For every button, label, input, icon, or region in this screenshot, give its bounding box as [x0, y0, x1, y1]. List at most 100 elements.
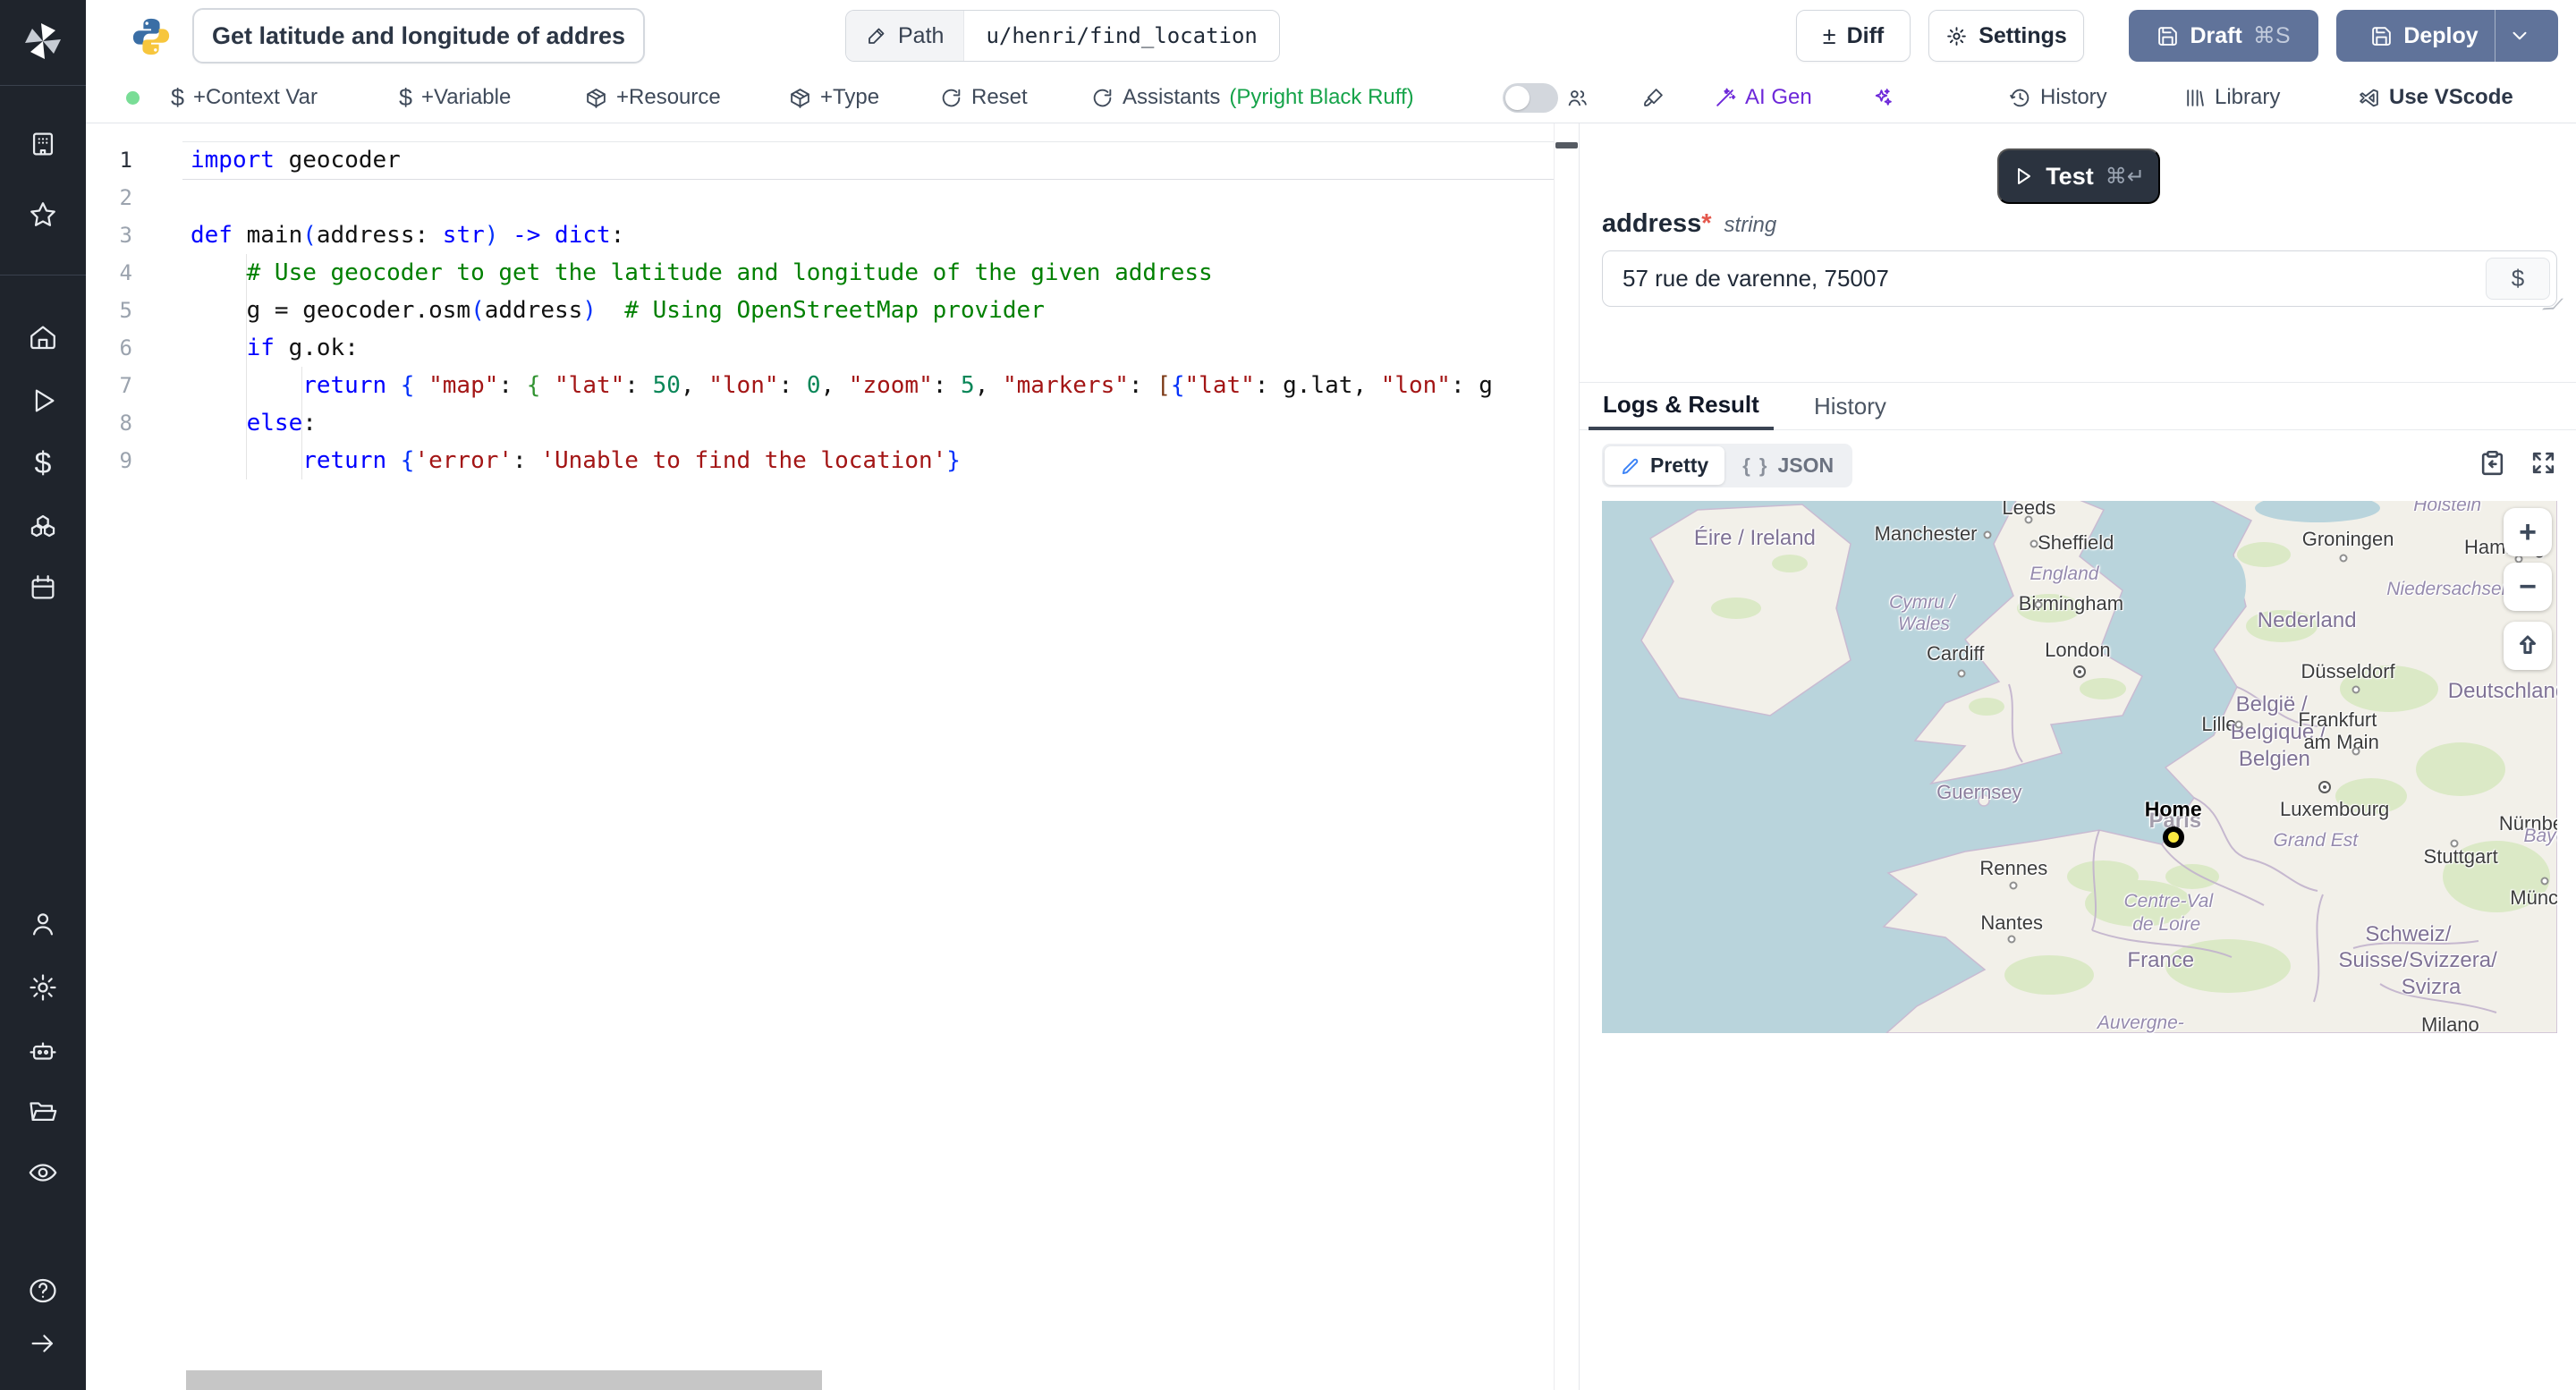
- library-button[interactable]: Library: [2183, 72, 2280, 123]
- map-label: Milano: [2420, 1013, 2479, 1033]
- draft-shortcut: ⌘S: [2252, 23, 2291, 48]
- ai-gen-button[interactable]: AI Gen: [1714, 72, 1812, 123]
- code-line: 6 if g.ok:: [119, 335, 359, 361]
- editor-scrollbar-gutter: [1554, 123, 1579, 1390]
- reset-button[interactable]: Reset: [940, 72, 1028, 123]
- workers-robot-icon[interactable]: [25, 1033, 61, 1069]
- home-icon[interactable]: [25, 319, 61, 355]
- home-marker[interactable]: [2162, 826, 2184, 849]
- refresh-icon: [942, 89, 961, 106]
- variables-dollar-icon[interactable]: $: [25, 445, 61, 481]
- assistants-button[interactable]: Assistants (Pyright Black Ruff): [1091, 72, 1414, 123]
- argument-name: address: [1602, 209, 1702, 238]
- dollar-icon: $: [171, 83, 185, 111]
- deploy-dropdown[interactable]: [2494, 10, 2544, 62]
- map-label: Düsseldorf: [2301, 659, 2395, 682]
- result-toolbar: Pretty { } JSON: [1602, 444, 2557, 490]
- map-recenter-button[interactable]: [2504, 622, 2552, 670]
- copy-to-clipboard-icon[interactable]: [2479, 449, 2506, 477]
- city-dot: [2029, 539, 2038, 548]
- multiplayer-users-icon[interactable]: [1566, 72, 1589, 123]
- code-editor[interactable]: 1 import geocoder 2 3 def main(address: str)…: [86, 123, 1554, 1390]
- add-context-var-button[interactable]: $ +Context Var: [171, 72, 318, 123]
- settings-gear-icon[interactable]: [25, 970, 61, 1005]
- run-panel: Test ⌘↵ address* string $ Logs & Result …: [1579, 123, 2576, 1390]
- header: Path u/henri/find_location ± Diff Settin…: [86, 0, 2576, 72]
- vscode-icon: [2360, 89, 2378, 106]
- multiplayer-toggle[interactable]: [1503, 83, 1558, 113]
- map-label: Cardiff: [1926, 641, 1985, 665]
- windmill-logo-icon[interactable]: [21, 20, 64, 63]
- sidebar-divider: [0, 85, 86, 86]
- favorites-star-icon[interactable]: [25, 197, 61, 233]
- assistants-status: (Pyright Black Ruff): [1229, 85, 1414, 109]
- map-label: München: [2510, 886, 2557, 909]
- add-type-button[interactable]: +Type: [789, 72, 879, 123]
- test-button[interactable]: Test ⌘↵: [1997, 148, 2160, 204]
- map-label: Cymru /: [1889, 591, 1955, 613]
- history-button[interactable]: History: [2009, 72, 2107, 123]
- result-map[interactable]: Leeds Holstein Éire / Ireland Manchester She…: [1602, 501, 2557, 1033]
- draft-button[interactable]: Draft ⌘S: [2129, 10, 2318, 62]
- sparkles-icon[interactable]: [1871, 72, 1894, 123]
- code-line: 1 import geocoder: [119, 147, 401, 174]
- resources-boxes-icon[interactable]: [25, 507, 61, 543]
- map-zoom-in-button[interactable]: +: [2504, 508, 2552, 556]
- map-label: Niedersachsen: [2386, 578, 2512, 599]
- package-icon: [587, 88, 606, 108]
- tab-history[interactable]: History: [1798, 383, 1902, 430]
- add-resource-button[interactable]: +Resource: [585, 72, 721, 123]
- settings-button[interactable]: Settings: [1928, 10, 2084, 62]
- help-icon[interactable]: [25, 1273, 61, 1309]
- add-variable-button[interactable]: $ +Variable: [399, 72, 511, 123]
- code-line: 4 # Use geocoder to get the latitude and …: [119, 259, 1213, 286]
- folders-icon[interactable]: [25, 1093, 61, 1129]
- city-dot: [2318, 781, 2332, 794]
- audit-logs-eye-icon[interactable]: [25, 1155, 61, 1191]
- city-dot: [2007, 935, 2016, 944]
- map-zoom-out-button[interactable]: −: [2504, 563, 2552, 611]
- expand-icon[interactable]: [2529, 449, 2557, 477]
- code-line: 3 def main(address: str) -> dict:: [119, 222, 625, 249]
- city-dot: [2234, 720, 2243, 729]
- city-dot: [2351, 747, 2360, 756]
- collapse-arrow-right-icon[interactable]: [25, 1326, 61, 1361]
- runs-play-icon[interactable]: [25, 383, 61, 419]
- pen-icon: [1622, 458, 1639, 475]
- pretty-toggle[interactable]: Pretty: [1605, 446, 1725, 485]
- pencil-icon: [869, 28, 885, 44]
- diff-button[interactable]: ± Diff: [1796, 10, 1911, 62]
- render-mode-switch: Pretty { } JSON: [1602, 444, 1853, 487]
- deploy-button[interactable]: Deploy: [2336, 10, 2558, 62]
- path-field[interactable]: Path u/henri/find_location: [845, 10, 1280, 62]
- address-input[interactable]: [1602, 250, 2557, 307]
- map-label: Svizra: [2401, 974, 2462, 999]
- save-icon: [2372, 26, 2392, 46]
- braces-icon: { }: [1742, 453, 1769, 477]
- map-label: Centre-Val: [2123, 891, 2214, 912]
- map-label: Éire / Ireland: [1693, 526, 1816, 551]
- users-person-icon[interactable]: [25, 906, 61, 942]
- code-line: 5g = geocoder.osm(address) # Using OpenS…: [119, 297, 1045, 324]
- format-brush-icon[interactable]: [1642, 72, 1665, 123]
- map-label: Grand Est: [2273, 829, 2359, 851]
- workspace-icon[interactable]: [25, 126, 61, 162]
- map-label: Sheffield: [2038, 531, 2114, 554]
- json-toggle[interactable]: { } JSON: [1726, 446, 1850, 485]
- city-dot: [2450, 839, 2459, 848]
- horizontal-scrollbar[interactable]: [186, 1370, 822, 1390]
- use-vscode-button[interactable]: Use VScode: [2358, 72, 2513, 123]
- history-clock-icon: [2010, 89, 2029, 106]
- city-dot: [2009, 881, 2018, 890]
- tab-logs-result[interactable]: Logs & Result: [1589, 383, 1774, 430]
- map-label: London: [2045, 639, 2111, 662]
- script-title-input[interactable]: [192, 8, 645, 64]
- map-label: Suisse/Svizzera/: [2338, 948, 2497, 973]
- map-label: Auvergne-: [2097, 1013, 2184, 1033]
- map-label: England: [2029, 564, 2099, 585]
- map-label: Holstein: [2413, 501, 2482, 515]
- schedules-calendar-icon[interactable]: [25, 570, 61, 606]
- scrollbar-thumb[interactable]: [1555, 142, 1578, 148]
- variable-picker-button[interactable]: $: [2486, 258, 2550, 300]
- city-dot: [2073, 665, 2086, 678]
